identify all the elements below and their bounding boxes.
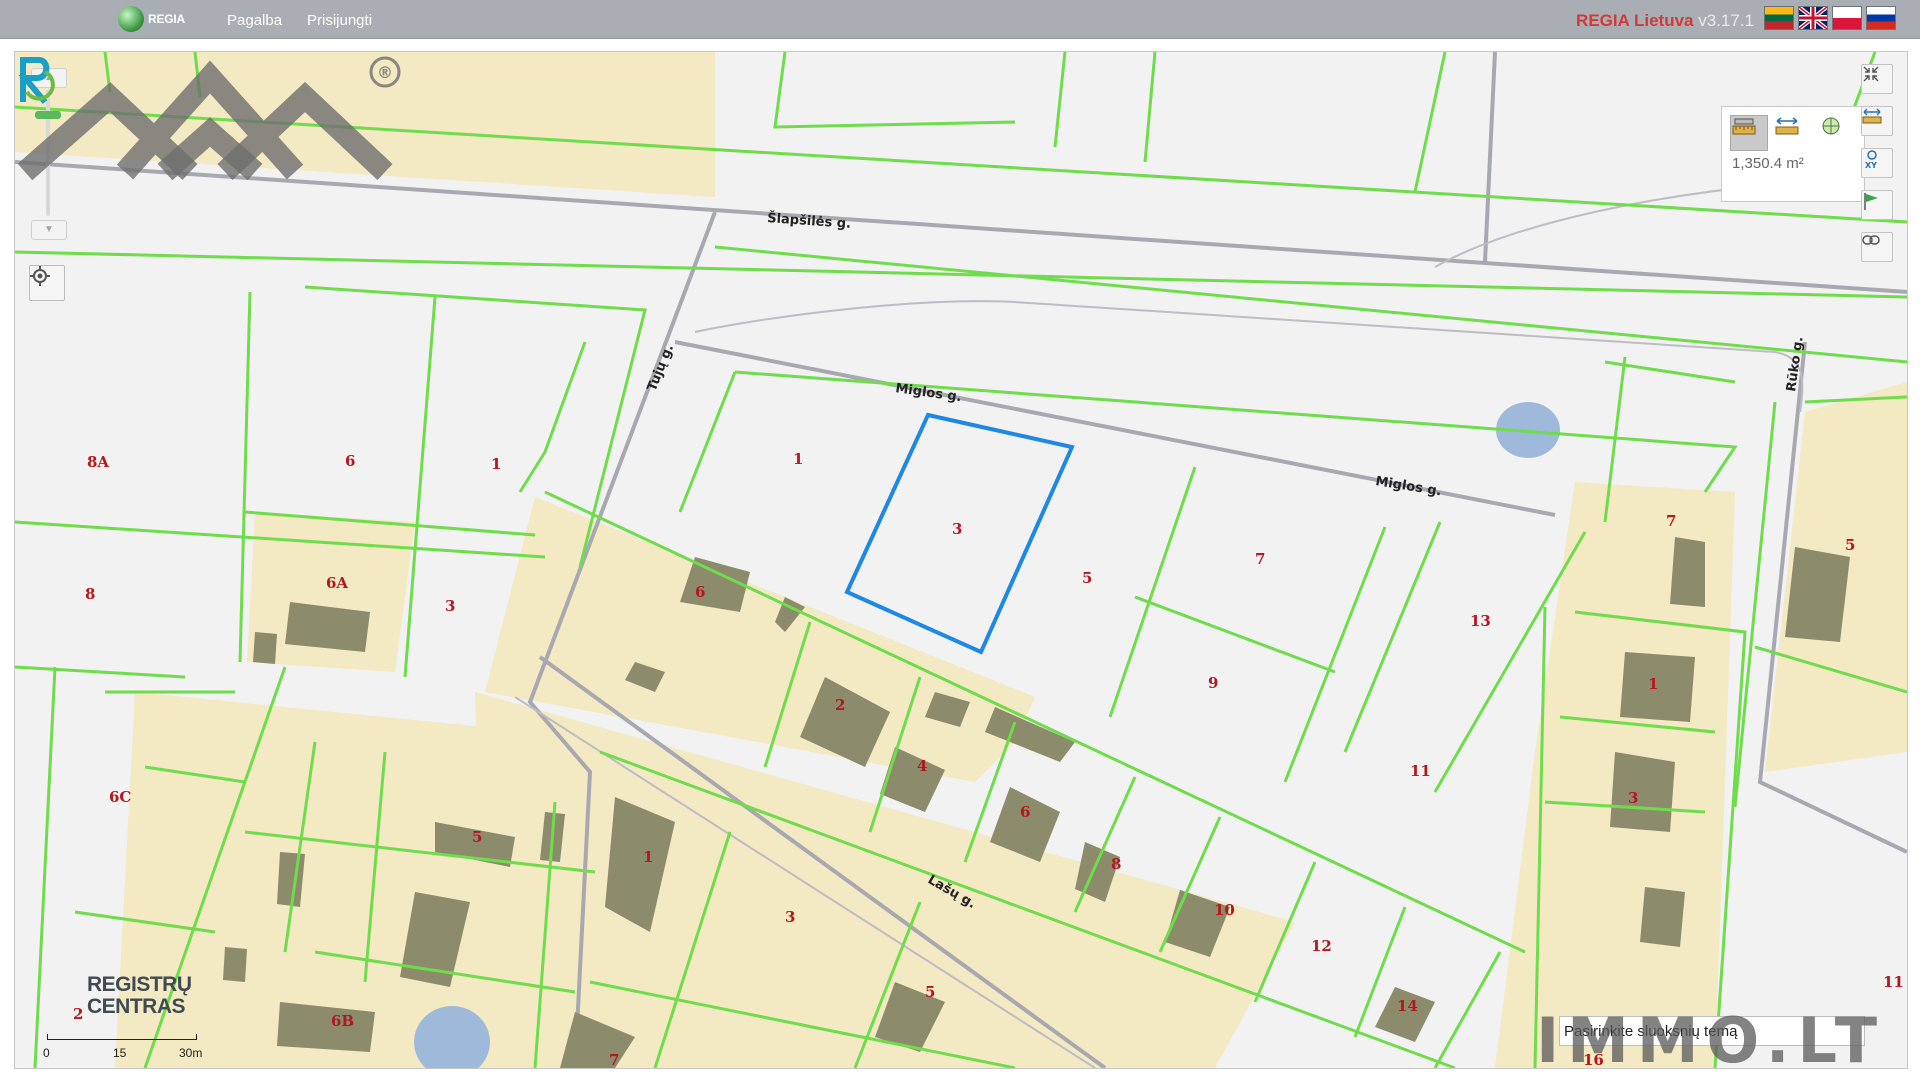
nav-login-link[interactable]: Prisijungti [307,12,372,29]
parcel-label: 7 [1255,550,1265,568]
parcel-label: 8 [85,585,95,603]
street-label: Šlapšilės g. [767,210,852,232]
nav-help-link[interactable]: Pagalba [227,12,282,29]
immo-watermark-text: IMMO.LT [1536,1004,1885,1069]
parcel-label: 1 [491,455,501,473]
collapse-arrows-icon [1863,66,1879,82]
immo-watermark-logo: ® [17,56,401,181]
parcel-label: 4 [917,757,927,775]
ruler-icon [1862,108,1882,124]
parcel-label: 7 [609,1051,619,1068]
parcel-label: 1 [793,450,803,468]
parcel-label: 6B [331,1012,354,1030]
link-icon [1862,235,1880,245]
parcel-label: 8A [87,453,109,471]
globe-pin-icon [1822,117,1840,135]
parcel-label: 2 [73,1005,83,1023]
trademark-symbol: ® [377,63,393,82]
parcel-label: 5 [1082,569,1092,587]
svg-text:XY: XY [1865,161,1877,169]
parcel-label: 6 [695,583,705,601]
scale-line [47,1034,197,1040]
link-tool-button[interactable] [1861,232,1893,262]
area-ruler-icon [1732,118,1756,135]
scale-tick: 30m [179,1046,203,1060]
parcel-label: 7 [1666,512,1676,530]
parcel-label: 12 [1311,937,1332,955]
flag-tool-button[interactable] [1861,190,1893,220]
measure-tool-button[interactable] [1861,106,1893,136]
parcel-label: 3 [1628,789,1638,807]
parcel-label: 10 [1214,901,1235,919]
measure-panel: 1,350.4 m² [1721,106,1865,202]
parcel-label: 6C [109,788,131,806]
top-bar: REGIA Pagalba Prisijungti REGIA Lietuva … [0,0,1920,39]
globe-icon [118,6,144,32]
distance-measure-tab[interactable] [1774,115,1810,149]
parcel-label: 3 [952,520,962,538]
flag-icon [1864,193,1878,210]
xy-coordinates-button[interactable]: XY [1861,148,1893,178]
parcel-label: 9 [1208,674,1218,692]
parcel-label: 1 [1648,675,1658,693]
org-line-1: REGISTRŲ [87,973,192,996]
map-canvas[interactable]: Šlapšilės g. Miglos g. Miglos g. Tujų g.… [14,51,1908,1069]
parcel-label: 8 [1111,855,1121,873]
scale-tick: 15 [113,1046,127,1060]
parcel-label: 6 [345,452,355,470]
parcel-label: 6 [1020,803,1030,821]
measured-area-value: 1,350.4 m² [1732,155,1804,172]
brand-name: REGIA Lietuva [1576,11,1694,30]
regia-logo[interactable]: REGIA [118,6,185,32]
flag-pl-icon[interactable] [1832,6,1862,30]
parcel-label: 5 [1845,536,1855,554]
parcel-label: 3 [445,597,455,615]
street-label: Miglos g. [1374,474,1442,499]
org-line-2: CENTRAS [87,995,186,1018]
parcel-label: 5 [472,828,482,846]
brand-title: REGIA Lietuva v3.17.1 [1576,11,1754,31]
parcel-label: 1 [643,848,653,866]
scale-bar: 0 15 30m [43,1034,202,1068]
street-label: Tujų g. [645,342,677,393]
parcel-label: 11 [1883,973,1904,991]
coordinate-measure-tab[interactable] [1818,115,1854,149]
scale-tick: 0 [43,1046,50,1060]
parcel-label: 6A [326,574,348,592]
flag-ru-icon[interactable] [1866,6,1896,30]
flag-lt-icon[interactable] [1764,6,1794,30]
area-measure-tab[interactable] [1730,115,1768,151]
parcel-label: 5 [925,983,935,1001]
logo-text: REGIA [148,12,186,26]
xy-target-icon: XY [1865,150,1877,169]
version-label: v3.17.1 [1698,11,1754,30]
registru-centras-text: REGISTRŲ CENTRAS [87,974,192,1018]
parcel-label: 13 [1470,612,1491,630]
parcel-label: 11 [1410,762,1431,780]
street-label: Miglos g. [894,381,962,405]
parcel-label: 2 [835,696,845,714]
parcel-label: 3 [785,908,795,926]
fullscreen-button[interactable] [1861,64,1893,94]
flag-en-icon[interactable] [1797,5,1829,31]
distance-ruler-icon [1775,117,1799,135]
parcel-label: 14 [1397,997,1418,1015]
